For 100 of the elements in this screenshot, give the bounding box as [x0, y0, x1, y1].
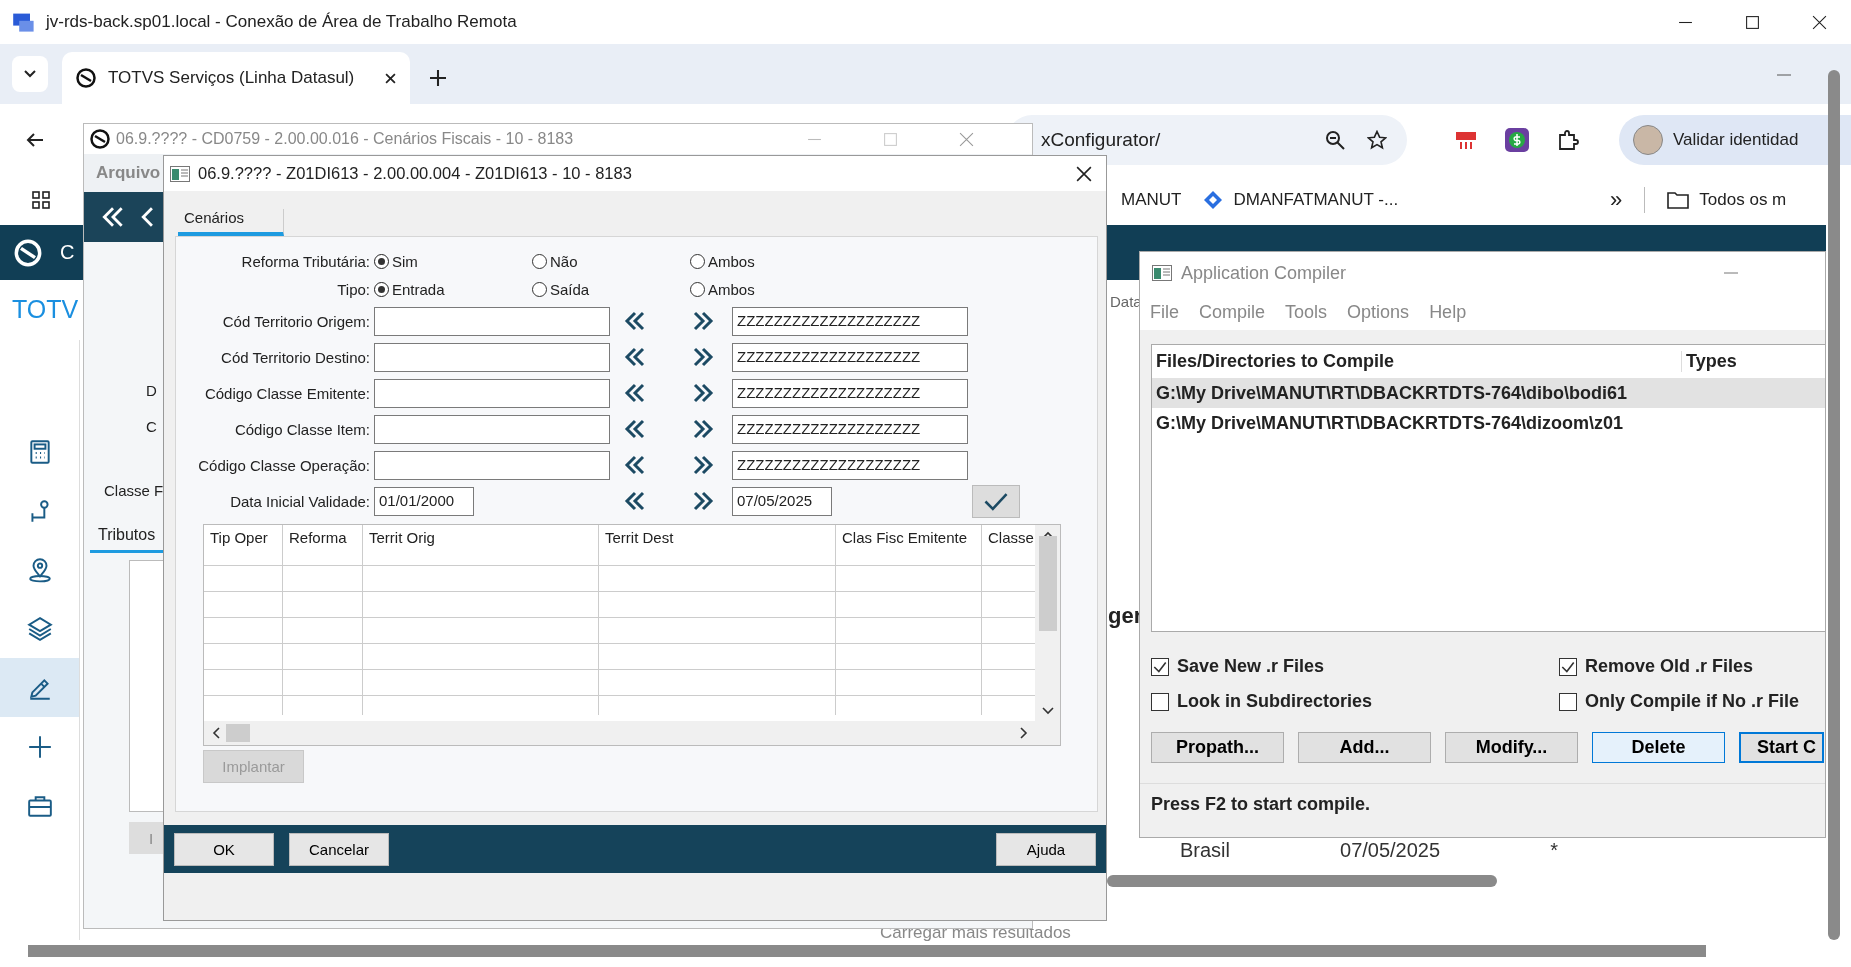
horizontal-scrollbar[interactable]: [204, 721, 1060, 745]
window-icon: [170, 165, 190, 182]
chevron-down-icon[interactable]: [1041, 707, 1054, 715]
input-field[interactable]: 01/01/2000: [374, 486, 474, 516]
bookmark-link[interactable]: DMANFATMANUT -...: [1203, 190, 1399, 210]
radio-option[interactable]: Sim: [374, 252, 532, 270]
radio-option[interactable]: Ambos: [690, 252, 848, 270]
tab-list-button[interactable]: [12, 56, 48, 92]
column-header[interactable]: Territ Orig: [363, 525, 599, 565]
bookmark-overflow[interactable]: »: [1610, 187, 1623, 213]
bookmark-folder[interactable]: Todos os m: [1667, 190, 1787, 210]
chevron-right-icon[interactable]: [1020, 727, 1028, 739]
profile-button[interactable]: Validar identidad: [1619, 114, 1851, 165]
input-field[interactable]: ZZZZZZZZZZZZZZZZZZZZ: [732, 342, 968, 372]
close-icon[interactable]: [385, 72, 396, 84]
radio-option[interactable]: Saída: [532, 280, 690, 298]
input-field[interactable]: [374, 306, 610, 336]
compiler-button[interactable]: Propath...: [1151, 732, 1284, 763]
scrollbar-thumb[interactable]: [1038, 535, 1057, 631]
dialog-button[interactable]: Ajuda: [996, 832, 1096, 866]
dialog-button[interactable]: Cancelar: [289, 832, 389, 866]
menu-item[interactable]: Help: [1429, 301, 1467, 323]
checkbox[interactable]: Save New .r Files: [1151, 656, 1559, 677]
browser-tab[interactable]: TOTVS Serviços (Linha Datasul): [62, 52, 410, 104]
column-header[interactable]: Tip Oper: [204, 525, 283, 565]
close-icon[interactable]: [1812, 14, 1827, 30]
puzzle-icon[interactable]: [1557, 128, 1579, 151]
menu-item[interactable]: Tools: [1285, 301, 1328, 323]
double-chevron-right-icon[interactable]: [692, 346, 714, 368]
star-icon[interactable]: [1367, 129, 1387, 150]
double-chevron-left-icon[interactable]: [624, 310, 646, 332]
apps-grid-icon[interactable]: [32, 191, 50, 209]
input-field[interactable]: [374, 414, 610, 444]
checkbox[interactable]: Look in Subdirectories: [1151, 691, 1559, 712]
list-row[interactable]: G:\My Drive\MANUT\RT\DBACKRTDTS-764\dibo\bodi61: [1152, 378, 1825, 408]
layers-icon: [26, 615, 53, 642]
radio-option[interactable]: Entrada: [374, 280, 532, 298]
page-scrollbar[interactable]: [1828, 70, 1840, 940]
input-field[interactable]: ZZZZZZZZZZZZZZZZZZZZ: [732, 378, 968, 408]
dollar-icon[interactable]: [1505, 127, 1529, 152]
scrollbar-thumb[interactable]: [226, 724, 250, 742]
double-chevron-right-icon[interactable]: [692, 418, 714, 440]
input-field[interactable]: [374, 450, 610, 480]
double-chevron-right-icon[interactable]: [692, 454, 714, 476]
column-header[interactable]: Files/Directories to Compile: [1152, 351, 1682, 372]
checkmark-icon: [983, 491, 1009, 511]
confirm-button[interactable]: [972, 484, 1020, 518]
double-chevron-left-icon[interactable]: [624, 382, 646, 404]
compiler-button[interactable]: Modify...: [1445, 732, 1578, 763]
chevron-left-icon[interactable]: [212, 727, 220, 739]
close-icon[interactable]: [1076, 165, 1092, 182]
menu-item[interactable]: File: [1150, 301, 1179, 323]
input-field[interactable]: ZZZZZZZZZZZZZZZZZZZZ: [732, 450, 968, 480]
field-label: Classe F: [104, 482, 164, 499]
window-icon: [1152, 265, 1172, 281]
heading-text: ger: [1108, 603, 1143, 629]
plus-icon[interactable]: [430, 70, 446, 86]
input-field[interactable]: ZZZZZZZZZZZZZZZZZZZZ: [732, 414, 968, 444]
double-chevron-left-icon[interactable]: [624, 418, 646, 440]
radio-option[interactable]: Não: [532, 252, 690, 270]
column-header[interactable]: Reforma: [283, 525, 363, 565]
input-field[interactable]: [374, 378, 610, 408]
compiler-button[interactable]: Add...: [1298, 732, 1431, 763]
checkbox[interactable]: Remove Old .r Files: [1559, 656, 1825, 677]
vertical-scrollbar[interactable]: [1035, 525, 1060, 721]
location-icon: [26, 556, 53, 583]
double-chevron-left-icon[interactable]: [624, 490, 646, 512]
column-header[interactable]: Territ Dest: [599, 525, 836, 565]
input-field[interactable]: 07/05/2025: [732, 486, 832, 516]
window-title: jv-rds-back.sp01.local - Conexão de Área de Trabalho Remota: [46, 12, 517, 32]
input-field[interactable]: ZZZZZZZZZZZZZZZZZZZZ: [732, 306, 968, 336]
menu-item[interactable]: Options: [1347, 301, 1410, 323]
scrollbar-thumb[interactable]: [1107, 875, 1497, 887]
double-chevron-right-icon[interactable]: [692, 382, 714, 404]
bookmark-link[interactable]: MANUT: [1121, 190, 1182, 210]
double-chevron-left-icon[interactable]: [624, 346, 646, 368]
checkbox[interactable]: Only Compile if No .r File: [1559, 691, 1825, 712]
zoom-icon[interactable]: [1325, 129, 1345, 150]
double-chevron-left-icon[interactable]: [624, 454, 646, 476]
menu-item[interactable]: Compile: [1199, 301, 1266, 323]
field-label: D: [146, 382, 157, 399]
double-chevron-right-icon[interactable]: [692, 310, 714, 332]
column-header[interactable]: Types: [1682, 351, 1737, 372]
double-chevron-right-icon[interactable]: [692, 490, 714, 512]
compiler-button[interactable]: Start C: [1739, 732, 1824, 763]
field-label: Cód Territorio Destino:: [220, 348, 371, 366]
list-row[interactable]: G:\My Drive\MANUT\RT\DBACKRTDTS-764\dizoom\z01: [1152, 408, 1825, 438]
radio-option[interactable]: Ambos: [690, 280, 848, 298]
logo-icon: [90, 129, 110, 149]
maximize-icon[interactable]: [1745, 14, 1760, 30]
sidebar-item[interactable]: [0, 658, 79, 717]
compiler-button[interactable]: Delete: [1592, 732, 1725, 763]
field-label: Cód Territorio Origem:: [221, 312, 371, 330]
input-field[interactable]: [374, 342, 610, 372]
dialog-button[interactable]: OK: [174, 832, 274, 866]
back-arrow-icon[interactable]: [26, 131, 44, 148]
page-scrollbar[interactable]: [28, 945, 1706, 957]
column-header[interactable]: Clas Fisc Emitente: [836, 525, 982, 565]
window-title: 06.9.???? - Z01DI613 - 2.00.00.004 - Z01DI613 - 10 - 8183: [198, 164, 632, 183]
diamond-icon: [1203, 190, 1224, 210]
